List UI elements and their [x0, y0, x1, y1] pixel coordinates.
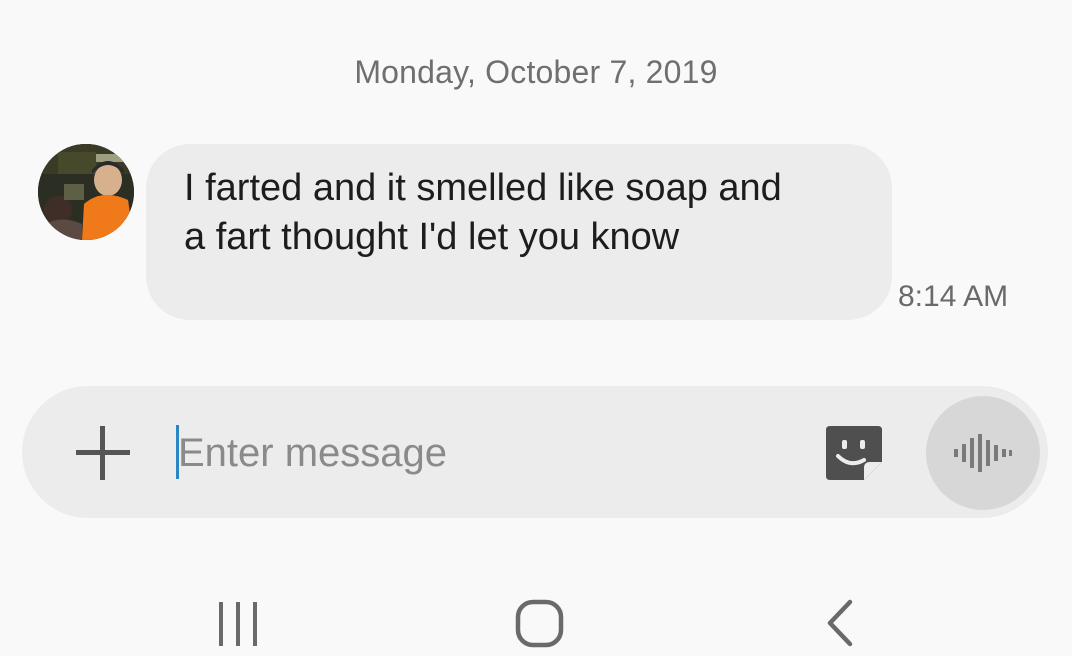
sticker-icon	[826, 426, 882, 480]
message-timestamp: 8:14 AM	[898, 280, 1009, 313]
plus-icon	[76, 426, 130, 480]
message-bubble[interactable]: I farted and it smelled like soap and a …	[146, 144, 892, 320]
voice-record-button[interactable]	[926, 396, 1040, 510]
voice-recorder-icon	[954, 434, 1012, 472]
message-text: I farted and it smelled like soap and a …	[184, 167, 782, 258]
nav-recent-apps-button[interactable]	[206, 596, 270, 651]
home-icon	[515, 599, 564, 648]
sticker-button[interactable]	[824, 424, 884, 482]
attach-button[interactable]	[74, 424, 132, 482]
nav-back-button[interactable]	[810, 596, 874, 651]
recent-apps-icon	[219, 602, 257, 646]
avatar-photo	[38, 144, 134, 240]
back-icon	[827, 599, 853, 647]
date-header: Monday, October 7, 2019	[354, 54, 718, 90]
nav-home-button[interactable]	[508, 596, 572, 651]
message-input[interactable]	[178, 426, 798, 480]
contact-avatar[interactable]	[38, 144, 134, 240]
